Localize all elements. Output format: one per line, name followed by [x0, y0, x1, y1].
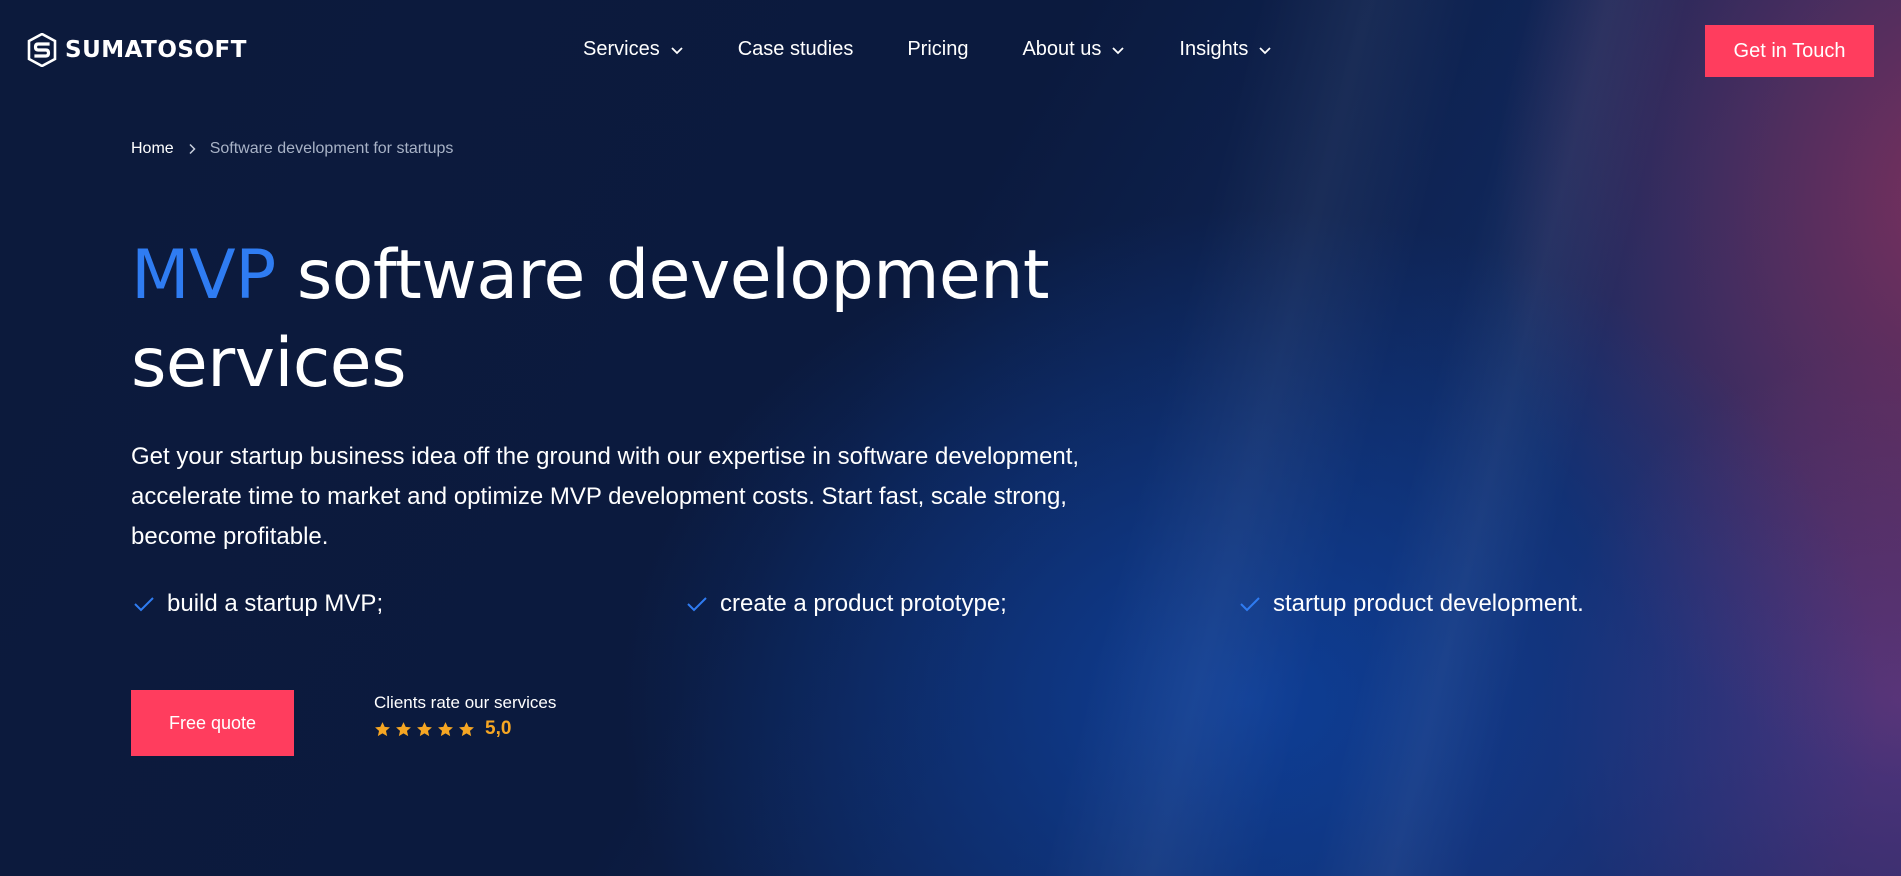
- star-icon: [459, 721, 474, 736]
- chevron-down-icon: [1259, 46, 1271, 54]
- nav-item-about-us[interactable]: About us: [1022, 38, 1125, 61]
- get-in-touch-button[interactable]: Get in Touch: [1705, 25, 1874, 77]
- chevron-down-icon: [1112, 46, 1125, 54]
- breadcrumb: Home Software development for startups: [131, 140, 453, 158]
- logo-shield-icon: [27, 33, 57, 67]
- feature-item: build a startup MVP;: [133, 590, 383, 618]
- check-icon: [1240, 597, 1260, 612]
- nav-item-services[interactable]: Services: [583, 38, 684, 61]
- star-icon: [375, 721, 390, 736]
- nav-item-insights[interactable]: Insights: [1179, 38, 1272, 61]
- brand-logo[interactable]: SUMATOSOFT: [27, 33, 247, 67]
- title-accent: MVP: [131, 236, 276, 315]
- feature-list: build a startup MVP; create a product pr…: [131, 590, 1731, 626]
- check-icon: [134, 597, 154, 612]
- nav-item-label: About us: [1022, 38, 1102, 60]
- nav-item-label: Insights: [1179, 38, 1249, 60]
- star-icon: [417, 721, 432, 736]
- rating-row: 5,0: [374, 718, 556, 740]
- star-icon: [438, 721, 453, 736]
- star-icon: [396, 721, 411, 736]
- main-nav: Services Case studies Pricing About us I…: [583, 38, 1326, 61]
- brand-name: SUMATOSOFT: [65, 37, 247, 63]
- check-icon: [687, 597, 707, 612]
- chevron-down-icon: [671, 46, 683, 54]
- feature-label: create a product prototype;: [720, 590, 1007, 617]
- feature-item: startup product development.: [1239, 590, 1584, 618]
- feature-label: build a startup MVP;: [167, 590, 384, 617]
- feature-item: create a product prototype;: [686, 590, 1007, 618]
- nav-item-label: Case studies: [737, 38, 854, 60]
- hero-description: Get your startup business idea off the g…: [131, 443, 1080, 550]
- client-rating: Clients rate our services 5,0: [374, 693, 556, 740]
- site-header: SUMATOSOFT Services Case studies Pricing…: [0, 0, 1901, 100]
- rating-value: 5,0: [485, 718, 512, 739]
- nav-item-case-studies[interactable]: Case studies: [738, 38, 854, 61]
- free-quote-button[interactable]: Free quote: [131, 690, 294, 756]
- rating-label: Clients rate our services: [374, 693, 557, 712]
- nav-item-label: Services: [583, 38, 660, 60]
- breadcrumb-current: Software development for startups: [209, 140, 454, 157]
- feature-label: startup product development.: [1273, 590, 1584, 617]
- chevron-right-icon: [189, 143, 196, 155]
- nav-item-label: Pricing: [907, 38, 969, 60]
- nav-item-pricing[interactable]: Pricing: [907, 38, 968, 61]
- breadcrumb-home-link[interactable]: Home: [131, 140, 174, 158]
- page-title: MVP software development services: [131, 232, 1131, 408]
- background-light-streak: [1310, 0, 1690, 876]
